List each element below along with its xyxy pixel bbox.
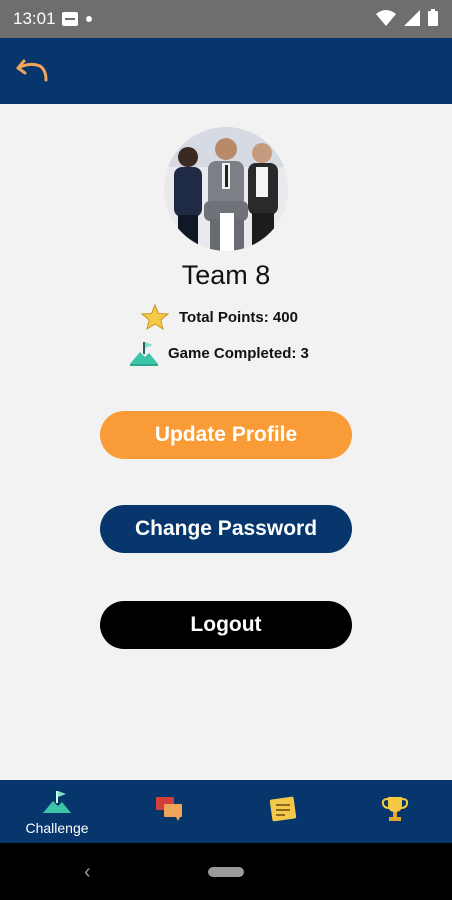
game-completed-row: Game Completed: 3 — [130, 340, 309, 366]
change-password-button[interactable]: Change Password — [100, 505, 352, 553]
nav-item-leaderboard[interactable] — [350, 780, 440, 843]
nav-item-chat[interactable] — [125, 780, 215, 843]
bottom-nav: Challenge — [0, 780, 452, 843]
total-points-row: Total Points: 400 — [141, 304, 298, 330]
nav-label-challenge: Challenge — [25, 820, 89, 836]
app-bar — [0, 38, 452, 104]
total-points-text: Total Points: 400 — [179, 308, 298, 326]
star-icon — [141, 304, 169, 330]
challenge-flag-icon — [43, 791, 71, 813]
notification-card-icon — [62, 12, 78, 26]
system-home-pill[interactable] — [208, 867, 244, 877]
mountain-flag-icon — [130, 342, 158, 366]
update-profile-button[interactable]: Update Profile — [100, 411, 352, 459]
chat-icon — [156, 797, 182, 821]
system-nav-bar: ‹ — [0, 843, 452, 900]
profile-content: Team 8 Total Points: 400 Game Completed:… — [0, 104, 452, 780]
dot-icon — [86, 16, 92, 22]
back-button[interactable] — [12, 54, 52, 90]
nav-item-challenge[interactable]: Challenge — [12, 780, 102, 843]
game-completed-text: Game Completed: 3 — [168, 344, 309, 362]
nav-item-notes[interactable] — [238, 780, 328, 843]
notes-icon — [269, 796, 297, 822]
trophy-icon — [381, 797, 409, 821]
system-back-icon[interactable]: ‹ — [84, 861, 91, 884]
team-photo — [164, 127, 288, 251]
team-name: Team 8 — [181, 260, 271, 290]
back-arrow-icon — [16, 59, 48, 82]
status-bar: 13:01 — [0, 0, 452, 38]
wifi-icon — [376, 9, 396, 26]
battery-icon — [428, 9, 438, 26]
team-avatar — [164, 127, 288, 251]
status-time: 13:01 — [13, 9, 56, 28]
logout-button[interactable]: Logout — [100, 601, 352, 649]
signal-icon — [404, 9, 420, 26]
